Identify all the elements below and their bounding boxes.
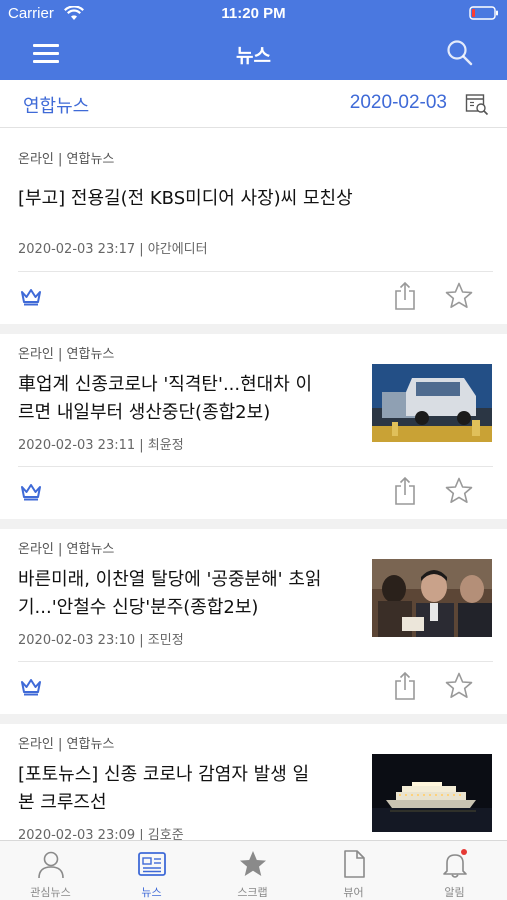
star-icon: [240, 851, 266, 876]
article-item[interactable]: 온라인 | 연합뉴스 바른미래, 이찬열 탈당에 '공중분해' 초읽 기...'…: [0, 529, 507, 714]
section-separator: [0, 519, 507, 529]
article-meta: 2020-02-03 23:11 | 최윤정: [18, 438, 184, 453]
article-category: 온라인 | 연합뉴스: [18, 347, 115, 362]
calendar-search-icon[interactable]: [465, 92, 489, 116]
tab-scrap[interactable]: 스크랩: [202, 841, 303, 900]
article-title[interactable]: 車업계 신종코로나 '직격탄'...현대차 이 르면 내일부터 생산중단(종합2…: [18, 371, 368, 427]
tab-label: 스크랩: [237, 886, 268, 899]
tab-news[interactable]: 뉴스: [101, 841, 202, 900]
article-category: 온라인 | 연합뉴스: [18, 152, 115, 167]
article-category: 온라인 | 연합뉴스: [18, 542, 115, 557]
share-icon[interactable]: [392, 476, 418, 506]
divider: [18, 661, 493, 662]
divider: [18, 271, 493, 272]
clock: 11:20 PM: [221, 5, 286, 22]
newspaper-icon: [138, 852, 166, 876]
article-title[interactable]: [부고] 전용길(전 KBS미디어 사장)씨 모친상: [18, 185, 353, 213]
article-title[interactable]: 바른미래, 이찬열 탈당에 '공중분해' 초읽 기...'안철수 신당'분주(종…: [18, 566, 368, 622]
factory-photo-image: [372, 364, 492, 442]
tab-interest-news[interactable]: 관심뉴스: [0, 841, 101, 900]
article-title-line: [포토뉴스] 신종 코로나 감염자 발생 일: [18, 764, 310, 785]
article-title[interactable]: [포토뉴스] 신종 코로나 감염자 발생 일 본 크루즈선: [18, 761, 368, 817]
tab-label: 알림: [444, 886, 465, 899]
section-separator: [0, 714, 507, 724]
article-meta: 2020-02-03 23:09 | 김호준: [18, 828, 184, 840]
star-icon[interactable]: [444, 281, 474, 311]
tab-notifications[interactable]: 알림: [404, 841, 505, 900]
nav-bar: 뉴스: [0, 28, 507, 80]
article-item[interactable]: 온라인 | 연합뉴스 [부고] 전용길(전 KBS미디어 사장)씨 모친상 20…: [0, 129, 507, 324]
politicians-photo-image: [372, 559, 492, 637]
bell-icon: [443, 849, 467, 878]
article-item[interactable]: 온라인 | 연합뉴스 [포토뉴스] 신종 코로나 감염자 발생 일 본 크루즈선…: [0, 724, 507, 840]
document-icon: [344, 850, 365, 878]
divider: [18, 466, 493, 467]
crown-icon[interactable]: [20, 288, 42, 306]
source-selector[interactable]: 연합뉴스: [23, 92, 89, 118]
tab-bar: 관심뉴스 뉴스 스크랩 뷰어 알림: [0, 840, 507, 900]
article-title-line: 바른미래, 이찬열 탈당에 '공중분해' 초읽: [18, 569, 322, 590]
menu-icon[interactable]: [30, 39, 64, 69]
source-date-bar: 연합뉴스 2020-02-03: [0, 80, 507, 128]
share-icon[interactable]: [392, 671, 418, 701]
article-thumbnail[interactable]: [372, 559, 492, 637]
article-category: 온라인 | 연합뉴스: [18, 737, 115, 752]
article-thumbnail[interactable]: [372, 754, 492, 832]
battery-icon: [469, 6, 498, 20]
star-icon[interactable]: [444, 671, 474, 701]
top-bar: Carrier 11:20 PM 뉴스: [0, 0, 507, 80]
search-icon[interactable]: [443, 36, 477, 70]
share-icon[interactable]: [392, 281, 418, 311]
article-title-line: 車업계 신종코로나 '직격탄'...현대차 이: [18, 374, 313, 395]
article-item[interactable]: 온라인 | 연합뉴스 車업계 신종코로나 '직격탄'...현대차 이 르면 내일…: [0, 334, 507, 519]
article-meta: 2020-02-03 23:17 | 야간에디터: [18, 242, 208, 257]
article-list: 온라인 | 연합뉴스 [부고] 전용길(전 KBS미디어 사장)씨 모친상 20…: [0, 129, 507, 840]
person-icon: [38, 851, 64, 879]
article-thumbnail[interactable]: [372, 364, 492, 442]
article-meta: 2020-02-03 23:10 | 조민정: [18, 633, 184, 648]
tab-label: 관심뉴스: [30, 886, 71, 899]
section-separator: [0, 324, 507, 334]
date-selector[interactable]: 2020-02-03: [350, 92, 447, 114]
page-title: 뉴스: [236, 45, 271, 67]
star-icon[interactable]: [444, 476, 474, 506]
article-title-line: 르면 내일부터 생산중단(종합2보): [18, 402, 271, 423]
tab-viewer[interactable]: 뷰어: [303, 841, 404, 900]
crown-icon[interactable]: [20, 483, 42, 501]
tab-label: 뷰어: [343, 886, 364, 899]
article-title-line: 기...'안철수 신당'분주(종합2보): [18, 597, 259, 618]
cruise-ship-photo-image: [372, 754, 492, 832]
tab-label: 뉴스: [141, 886, 162, 899]
article-title-line: 본 크루즈선: [18, 792, 107, 813]
status-bar: Carrier 11:20 PM: [0, 0, 507, 28]
crown-icon[interactable]: [20, 678, 42, 696]
